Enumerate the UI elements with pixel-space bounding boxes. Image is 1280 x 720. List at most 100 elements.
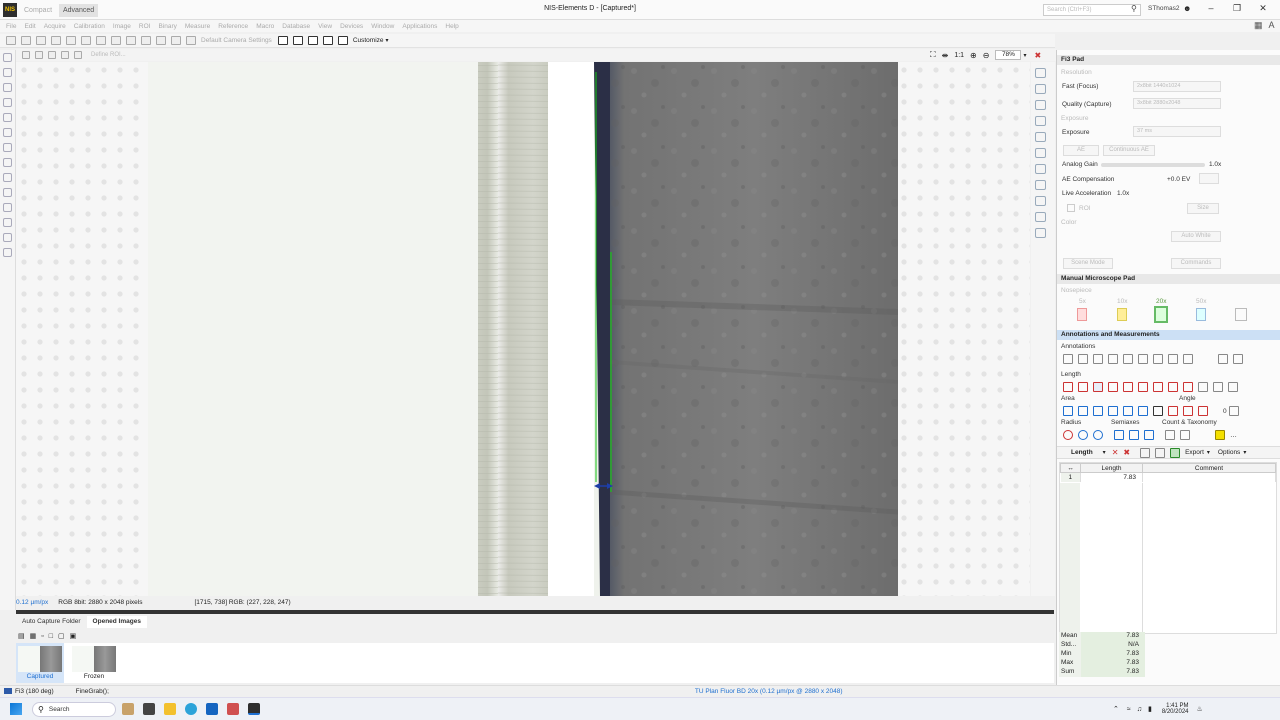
taskbar-clock[interactable]: 1:41 PM 8/20/2024	[1162, 703, 1189, 715]
ellipse-icon[interactable]	[1153, 354, 1163, 364]
options-chevron-icon[interactable]: ▾	[1243, 449, 1246, 456]
taskbar-search[interactable]: ⚲ Search	[32, 701, 116, 717]
area-ellipse-icon[interactable]	[1093, 406, 1103, 416]
semiaxes-icon[interactable]	[1114, 430, 1124, 440]
menu-help[interactable]: Help	[445, 23, 458, 30]
user-name[interactable]: SThomas2	[1148, 5, 1179, 12]
length-polyline-icon[interactable]	[1078, 382, 1088, 392]
menu-edit[interactable]: Edit	[24, 23, 35, 30]
menu-image[interactable]: Image	[113, 23, 131, 30]
angle-zero-icon[interactable]	[1228, 406, 1239, 416]
list-view-icon[interactable]: ▤	[18, 632, 25, 640]
semiaxes-2-icon[interactable]	[1129, 430, 1139, 440]
channel-icon[interactable]	[1035, 116, 1046, 126]
taxonomy-icon[interactable]	[1180, 430, 1190, 440]
line-icon[interactable]	[1123, 354, 1133, 364]
user-icon[interactable]: ☻	[1183, 4, 1191, 13]
freeze-icon[interactable]	[111, 36, 121, 45]
tab-opened-images[interactable]: Opened Images	[86, 616, 147, 628]
search-icon[interactable]: ⚲	[1131, 4, 1137, 13]
large-view-icon[interactable]: ▢	[58, 632, 65, 640]
volume-icon[interactable]: ♫	[1137, 706, 1142, 713]
export-chevron-icon[interactable]: ▾	[1207, 449, 1210, 456]
length-line-icon[interactable]	[1063, 382, 1073, 392]
select-arrow-icon[interactable]	[1063, 354, 1073, 364]
table-row[interactable]: 1 7.83	[1060, 472, 1276, 482]
document-icon[interactable]	[1140, 447, 1151, 458]
ae-button[interactable]: AE	[1063, 145, 1099, 156]
feature-chevron-icon[interactable]: ▾	[1103, 449, 1106, 456]
snipping-tool-icon[interactable]	[227, 703, 239, 715]
snap-icon[interactable]	[156, 36, 166, 45]
task-view-icon[interactable]	[143, 703, 155, 715]
roi-checkbox[interactable]	[1067, 204, 1075, 212]
medium-view-icon[interactable]: □	[49, 633, 53, 640]
widget-icon[interactable]	[122, 703, 134, 715]
highlight-icon[interactable]	[1215, 430, 1225, 440]
lut-icon[interactable]	[322, 36, 333, 45]
perpendicular-icon[interactable]	[1138, 382, 1148, 392]
layers-panel-icon[interactable]	[1035, 228, 1046, 238]
autofocus-icon[interactable]	[292, 36, 303, 45]
measure-icon[interactable]	[3, 128, 12, 137]
cross-length-icon[interactable]	[1153, 382, 1163, 392]
exposure-select[interactable]: 37 ms	[1133, 126, 1221, 137]
options-button[interactable]: Options	[1218, 449, 1240, 456]
redo-icon[interactable]	[51, 36, 61, 45]
record-icon[interactable]	[126, 36, 136, 45]
objective-5x-button[interactable]	[1077, 308, 1087, 321]
empty-slot-button[interactable]	[1235, 308, 1247, 321]
polyline-icon[interactable]	[1108, 354, 1118, 364]
arc-length-icon[interactable]	[1228, 382, 1238, 392]
fit-screen-icon[interactable]: ⛶	[930, 50, 936, 60]
rectangle-icon[interactable]	[1138, 354, 1148, 364]
outlook-icon[interactable]	[206, 703, 218, 715]
minimize-button[interactable]: –	[1201, 3, 1221, 13]
settings-icon[interactable]	[66, 36, 76, 45]
caliper-icon[interactable]	[1183, 382, 1193, 392]
customize-dropdown[interactable]: Customize	[353, 37, 384, 44]
ae-compensation-stepper[interactable]	[1199, 173, 1219, 184]
size-button[interactable]: Size	[1187, 203, 1219, 214]
feature-select[interactable]: Length	[1071, 449, 1093, 456]
grid-icon[interactable]: ▦	[1254, 20, 1263, 30]
length-column-header[interactable]: Length	[1080, 463, 1143, 473]
menu-measure[interactable]: Measure	[185, 23, 210, 30]
menu-reference[interactable]: Reference	[218, 23, 248, 30]
radius-circle-icon[interactable]	[1063, 430, 1073, 440]
angle-length-icon[interactable]	[1213, 382, 1223, 392]
histogram-panel-icon[interactable]	[1035, 84, 1046, 94]
multi-length-icon[interactable]	[1168, 382, 1178, 392]
annotations-header[interactable]: Annotations and Measurements	[1057, 330, 1280, 340]
scene-mode-button[interactable]: Scene Mode	[1063, 258, 1113, 269]
customize-icon[interactable]	[337, 36, 348, 45]
sequence-icon[interactable]	[171, 36, 181, 45]
undo-icon[interactable]	[36, 36, 46, 45]
dock-divider[interactable]	[16, 610, 1054, 614]
auto-white-button[interactable]: Auto White	[1171, 231, 1221, 242]
menu-window[interactable]: Window	[371, 23, 394, 30]
save-icon[interactable]	[21, 36, 31, 45]
mode-tab-compact[interactable]: Compact	[20, 4, 56, 17]
capture-icon[interactable]	[141, 36, 151, 45]
radius-3pt-icon[interactable]	[1078, 430, 1088, 440]
menu-database[interactable]: Database	[282, 23, 310, 30]
open-icon[interactable]	[6, 36, 16, 45]
delete-all-icon[interactable]: ✖	[1123, 448, 1130, 457]
menu-acquire[interactable]: Acquire	[44, 23, 66, 30]
menu-view[interactable]: View	[318, 23, 332, 30]
notification-bell-icon[interactable]: ♨	[1197, 705, 1203, 713]
menu-macro[interactable]: Macro	[256, 23, 274, 30]
area-auto-icon[interactable]	[1138, 406, 1148, 416]
area-circle-icon[interactable]	[1108, 406, 1118, 416]
roi-icon[interactable]	[3, 158, 12, 167]
histogram-icon[interactable]	[307, 36, 318, 45]
camera-icon[interactable]	[277, 36, 288, 45]
circle-icon[interactable]	[3, 98, 12, 107]
lasso-icon[interactable]	[1183, 354, 1193, 364]
fit-width-icon[interactable]: ⇼	[942, 51, 949, 60]
profile-icon[interactable]	[1035, 100, 1046, 110]
camera-settings-label[interactable]: Default Camera Settings	[201, 37, 272, 44]
grid-view-icon[interactable]: ▦	[30, 632, 37, 640]
pencil-icon[interactable]	[74, 51, 82, 59]
